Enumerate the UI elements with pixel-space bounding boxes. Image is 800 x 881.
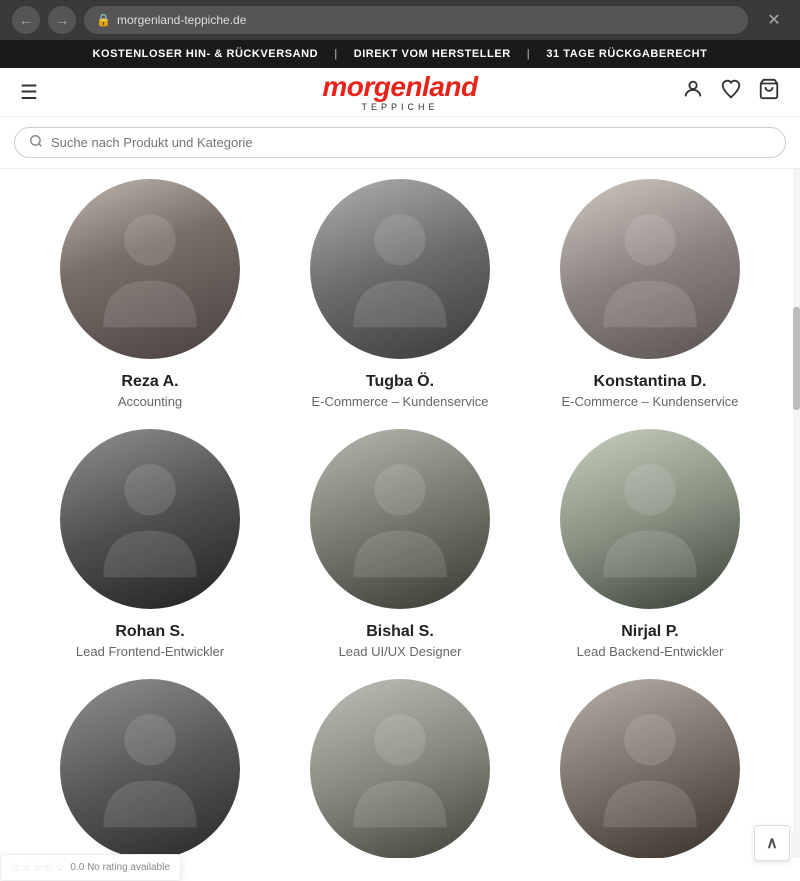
hamburger-menu-button[interactable]: ☰ xyxy=(20,80,38,105)
member-role: E-Commerce – Kundenservice xyxy=(561,394,738,409)
team-member: Tugba Ö. E-Commerce – Kundenservice xyxy=(280,179,520,409)
search-bar xyxy=(0,117,800,169)
member-name: Rohan S. xyxy=(115,623,184,641)
member-name: Reza A. xyxy=(121,373,178,391)
member-role: Lead Backend-Entwickler xyxy=(577,644,724,659)
star-2: ☆ xyxy=(22,861,32,874)
team-member: Konstantina D. E-Commerce – Kundenservice xyxy=(530,179,770,409)
search-wrapper[interactable] xyxy=(14,127,786,158)
address-bar[interactable]: 🔒 morgenland-teppiche.de xyxy=(84,6,748,34)
team-member: Prajwal B.Frontend-Entwickler xyxy=(530,679,770,858)
chevron-up-icon: ∧ xyxy=(766,833,778,853)
rating-badge: ☆ ☆ ☆ ☆ ☆ 0.0 No rating available xyxy=(0,854,181,881)
scrollbar-track[interactable] xyxy=(793,169,800,858)
team-member: Reza A. Accounting xyxy=(30,179,270,409)
member-role: Lead UI/UX Designer xyxy=(339,644,462,659)
team-member: Bishal S. Lead UI/UX Designer xyxy=(280,429,520,659)
rating-label: No rating available xyxy=(87,862,170,873)
banner-part-2: DIREKT VOM HERSTELLER xyxy=(354,48,511,60)
logo-text: morgenland xyxy=(322,73,477,101)
header-left: ☰ xyxy=(20,80,38,105)
avatar-3 xyxy=(560,179,740,359)
team-member: Astik D.Lead UI/UX Designer xyxy=(280,679,520,858)
scrollbar-thumb[interactable] xyxy=(793,307,800,410)
star-4: ☆ xyxy=(44,861,54,874)
search-icon xyxy=(29,134,43,151)
rating-stars: ☆ ☆ ☆ ☆ ☆ xyxy=(11,861,64,874)
header: ☰ morgenland TEPPICHE xyxy=(0,68,800,117)
user-icon[interactable] xyxy=(682,78,704,106)
top-banner: KOSTENLOSER HIN- & RÜCKVERSAND | DIREKT … xyxy=(0,40,800,68)
banner-part-1: KOSTENLOSER HIN- & RÜCKVERSAND xyxy=(93,48,319,60)
star-5: ☆ xyxy=(55,861,65,874)
browser-chrome: ← → 🔒 morgenland-teppiche.de ✕ xyxy=(0,0,800,40)
header-icons xyxy=(682,78,780,106)
avatar-1 xyxy=(60,179,240,359)
avatar-9 xyxy=(560,679,740,858)
close-button[interactable]: ✕ xyxy=(760,6,788,34)
logo-sub: TEPPICHE xyxy=(361,102,438,112)
avatar-4 xyxy=(60,429,240,609)
member-role: Accounting xyxy=(118,394,182,409)
wishlist-icon[interactable] xyxy=(720,78,742,106)
banner-separator-2: | xyxy=(527,48,531,60)
url-text: morgenland-teppiche.de xyxy=(117,13,246,27)
member-name: Tugba Ö. xyxy=(366,373,434,391)
content-area[interactable]: Reza A. Accounting Tugba Ö. E-Commerce – K… xyxy=(0,169,800,858)
forward-button[interactable]: → xyxy=(48,6,76,34)
member-name: Nirjal P. xyxy=(621,623,679,641)
rating-text: 0.0 No rating available xyxy=(70,862,170,873)
team-member: Roshan K.Spezialist xyxy=(30,679,270,858)
banner-part-3: 31 TAGE RÜCKGABERECHT xyxy=(546,48,707,60)
member-name: Konstantina D. xyxy=(594,373,707,391)
team-member: Nirjal P. Lead Backend-Entwickler xyxy=(530,429,770,659)
member-role: Lead Frontend-Entwickler xyxy=(76,644,224,659)
avatar-6 xyxy=(560,429,740,609)
team-grid: Reza A. Accounting Tugba Ö. E-Commerce – K… xyxy=(0,169,800,858)
team-member: Rohan S. Lead Frontend-Entwickler xyxy=(30,429,270,659)
banner-separator-1: | xyxy=(334,48,338,60)
browser-controls: ← → xyxy=(12,6,76,34)
rating-score: 0.0 xyxy=(70,862,87,873)
member-name: Bishal S. xyxy=(366,623,434,641)
lock-icon: 🔒 xyxy=(96,13,111,27)
scroll-top-button[interactable]: ∧ xyxy=(754,825,790,861)
star-1: ☆ xyxy=(11,861,21,874)
cart-icon[interactable] xyxy=(758,78,780,106)
avatar-8 xyxy=(310,679,490,858)
avatar-2 xyxy=(310,179,490,359)
avatar-5 xyxy=(310,429,490,609)
back-button[interactable]: ← xyxy=(12,6,40,34)
logo[interactable]: morgenland TEPPICHE xyxy=(322,73,477,112)
search-input[interactable] xyxy=(51,135,771,150)
star-3: ☆ xyxy=(33,861,43,874)
member-role: E-Commerce – Kundenservice xyxy=(311,394,488,409)
avatar-7 xyxy=(60,679,240,858)
